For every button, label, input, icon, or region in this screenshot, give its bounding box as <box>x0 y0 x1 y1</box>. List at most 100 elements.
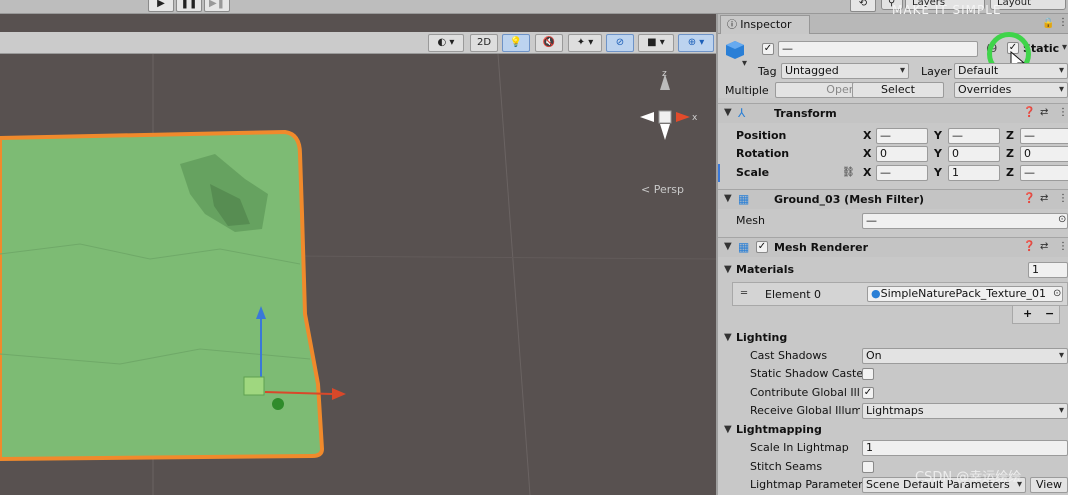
rotation-x-field[interactable]: 0 <box>876 146 928 162</box>
contribute-gi-checkbox[interactable]: ✓ <box>862 387 874 399</box>
audio-toggle-icon[interactable]: 🔇 <box>535 34 563 52</box>
cast-shadows-dropdown[interactable]: On <box>862 348 1068 364</box>
element-label: Element 0 <box>765 288 822 301</box>
tab-inspector[interactable]: ⓘ Inspector <box>720 15 810 34</box>
layer-dropdown[interactable]: Default <box>954 63 1068 79</box>
foldout-arrow-icon[interactable]: ▼ <box>724 107 732 118</box>
cast-shadows-label: Cast Shadows <box>750 349 828 362</box>
foldout-arrow-icon[interactable]: ▼ <box>724 264 732 275</box>
info-icon: ⓘ <box>727 20 741 31</box>
receive-gi-dropdown[interactable]: Lightmaps <box>862 403 1068 419</box>
cube-dropdown-icon[interactable]: ▾ <box>742 58 747 69</box>
transform-header[interactable]: ▼ ⅄ Transform ❓ ⇄ ⋮ <box>718 103 1068 123</box>
stitch-seams-checkbox[interactable] <box>862 461 874 473</box>
preset-icon[interactable]: ⇄ <box>1040 193 1048 204</box>
axis-x-label: X <box>863 129 872 142</box>
step-button[interactable]: ▶❚ <box>204 0 230 12</box>
plane-handle-icon <box>243 376 265 396</box>
persp-label[interactable]: < Persp <box>641 183 684 196</box>
scale-z-field[interactable]: — <box>1020 165 1068 181</box>
scene-canvas[interactable]: z x <box>0 53 716 495</box>
foldout-arrow-icon[interactable]: ▼ <box>724 332 732 343</box>
materials-count-field[interactable]: 1 <box>1028 262 1068 278</box>
rotation-y-field[interactable]: 0 <box>948 146 1000 162</box>
scale-y-field[interactable]: 1 <box>948 165 1000 181</box>
help-icon[interactable]: ❓ <box>1023 193 1035 204</box>
inspector-panel: ⓘ Inspector 🔒 ⋮ ▾ ✓ — (9 ✓ Static ▾ Tag … <box>716 14 1068 495</box>
scene-view[interactable]: ◐ ▾ 2D 💡 🔇 ✦ ▾ ⊘ ■ ▾ ⊕ ▾ z x < Persp <box>0 14 716 495</box>
lightmap-params-label: Lightmap Parameters <box>750 478 869 491</box>
scale-lightmap-row: Scale In Lightmap 1 <box>718 439 1068 457</box>
mesh-filter-title: Ground_03 (Mesh Filter) <box>774 193 925 206</box>
mesh-renderer-enabled-checkbox[interactable]: ✓ <box>756 241 768 253</box>
foldout-arrow-icon[interactable]: ▼ <box>724 193 732 204</box>
tag-dropdown[interactable]: Untagged <box>781 63 909 79</box>
terrain-plane[interactable] <box>0 129 325 462</box>
rotation-z-field[interactable]: 0 <box>1020 146 1068 162</box>
list-buttons: + − <box>1012 306 1060 324</box>
object-picker-icon[interactable]: ⊙ <box>1053 288 1061 299</box>
name-field[interactable]: — <box>778 41 978 57</box>
scale-label: Scale <box>736 166 770 179</box>
add-element-button[interactable]: + <box>1023 307 1032 320</box>
layout-label: Layout <box>997 0 1031 8</box>
active-checkbox[interactable]: ✓ <box>762 43 774 55</box>
mesh-filter-header[interactable]: ▼ ▦ Ground_03 (Mesh Filter) ❓ ⇄ ⋮ <box>718 189 1068 209</box>
scene-viewport[interactable]: z x < Persp <box>0 53 716 495</box>
position-x-field[interactable]: — <box>876 128 928 144</box>
constrain-proportions-icon[interactable]: ⛓ <box>842 167 855 178</box>
axis-z-label: Z <box>1006 147 1014 160</box>
shading-mode-dropdown[interactable]: ◐ ▾ <box>428 34 464 52</box>
static-shadow-label: Static Shadow Caste <box>750 367 864 380</box>
gizmos-dropdown[interactable]: ⊕ ▾ <box>678 34 714 52</box>
static-shadow-row: Static Shadow Caste <box>718 365 1068 383</box>
orientation-gizmo[interactable]: z x <box>640 69 698 140</box>
pause-button[interactable]: ❚❚ <box>176 0 202 12</box>
effects-dropdown[interactable]: ✦ ▾ <box>568 34 602 52</box>
position-z-field[interactable]: — <box>1020 128 1068 144</box>
mesh-renderer-title: Mesh Renderer <box>774 241 869 254</box>
remove-element-button[interactable]: − <box>1045 307 1054 320</box>
layer-label: Layer <box>921 65 952 78</box>
preset-icon[interactable]: ⇄ <box>1040 241 1048 252</box>
help-icon[interactable]: ❓ <box>1023 241 1035 252</box>
component-menu-icon[interactable]: ⋮ <box>1058 107 1068 118</box>
scale-row-marker <box>718 164 720 182</box>
top-toolbar: ▶ ❚❚ ▶❚ ⟲ ⚲ Layers Layout MAKE IT SIMPLE <box>0 0 1068 17</box>
drag-handle-icon[interactable]: ═ <box>741 288 747 299</box>
lock-icon[interactable]: 🔒 <box>1042 18 1054 29</box>
hidden-objects-icon[interactable]: ⊘ <box>606 34 634 52</box>
transform-row: Position X — Y — Z — <box>718 127 1068 145</box>
scale-lightmap-field[interactable]: 1 <box>862 440 1068 456</box>
mode-2d-button[interactable]: 2D <box>470 34 498 52</box>
axis-z-label: Z <box>1006 129 1014 142</box>
static-dropdown-icon[interactable]: ▾ <box>1062 42 1067 53</box>
axis-y-label: Y <box>934 166 942 179</box>
component-menu-icon[interactable]: ⋮ <box>1058 193 1068 204</box>
static-shadow-checkbox[interactable] <box>862 368 874 380</box>
foldout-arrow-icon[interactable]: ▼ <box>724 241 732 252</box>
scale-x-field[interactable]: — <box>876 165 928 181</box>
lighting-toggle-icon[interactable]: 💡 <box>502 34 530 52</box>
transform-row: Scale ⛓ X — Y 1 Z — <box>718 164 1068 182</box>
camera-dropdown[interactable]: ■ ▾ <box>638 34 674 52</box>
overrides-dropdown[interactable]: Overrides <box>954 82 1068 98</box>
preset-icon[interactable]: ⇄ <box>1040 107 1048 118</box>
mesh-renderer-header[interactable]: ▼ ▦ ✓ Mesh Renderer ❓ ⇄ ⋮ <box>718 237 1068 257</box>
element-material-field[interactable]: ●SimpleNaturePack_Texture_01 <box>867 286 1063 302</box>
component-menu-icon[interactable]: ⋮ <box>1058 241 1068 252</box>
select-button[interactable]: Select <box>852 82 944 98</box>
mesh-field[interactable]: — <box>862 213 1068 229</box>
scale-lightmap-label: Scale In Lightmap <box>750 441 849 454</box>
menu-icon[interactable]: ⋮ <box>1058 17 1068 28</box>
materials-row: ▼ Materials 1 <box>718 261 1068 279</box>
view-button[interactable]: View <box>1030 477 1068 493</box>
foldout-arrow-icon[interactable]: ▼ <box>724 424 732 435</box>
play-button[interactable]: ▶ <box>148 0 174 12</box>
history-icon[interactable]: ⟲ <box>850 0 876 12</box>
help-icon[interactable]: ❓ <box>1023 107 1035 118</box>
multiple-label: Multiple <box>725 84 769 97</box>
position-y-field[interactable]: — <box>948 128 1000 144</box>
axis-z-label: Z <box>1006 166 1014 179</box>
object-picker-icon[interactable]: ⊙ <box>1058 214 1066 225</box>
